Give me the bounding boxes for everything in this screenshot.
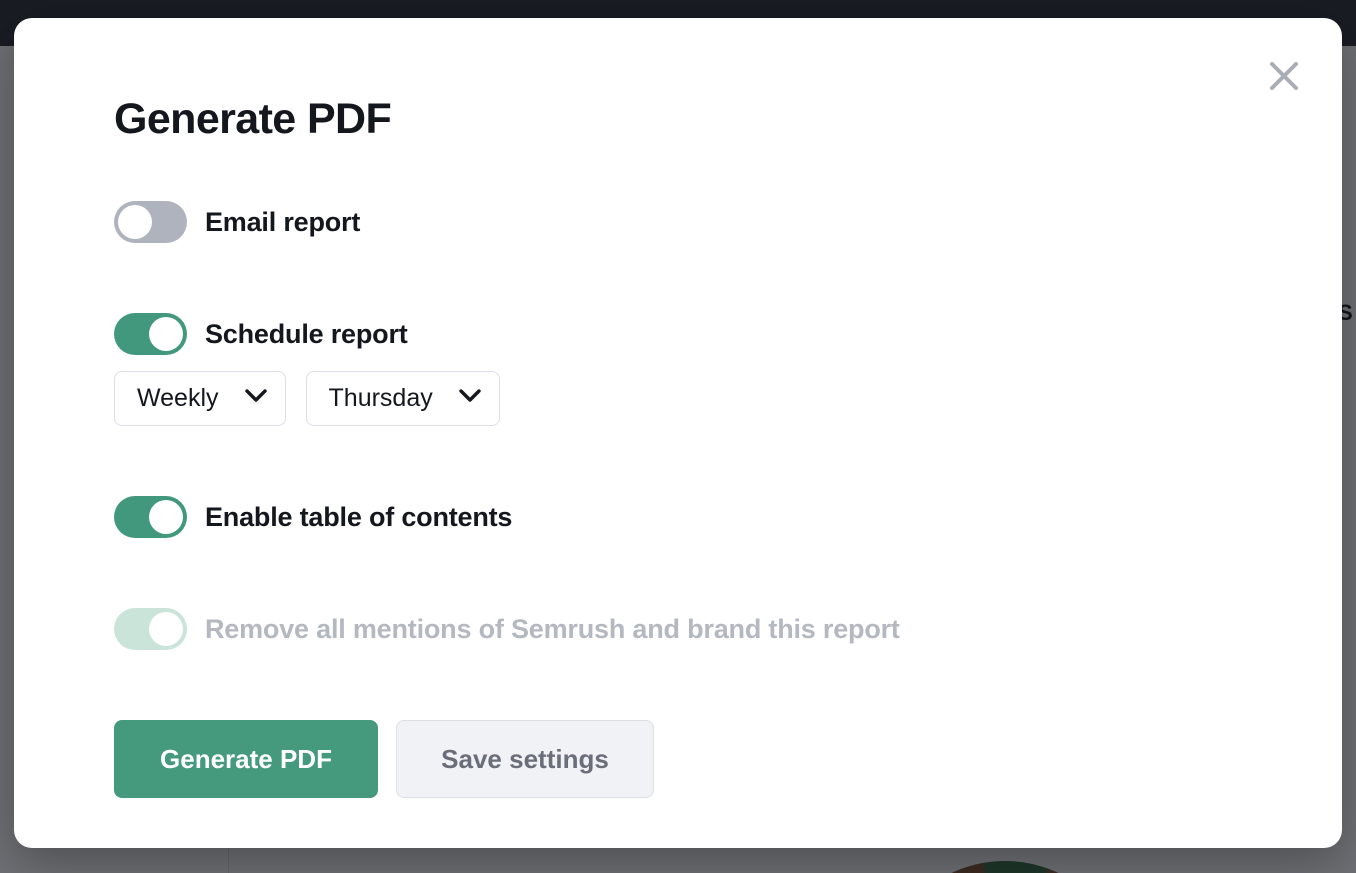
modal-body: Generate PDF Email report Schedule repor… bbox=[14, 18, 1342, 798]
page-title: Generate PDF bbox=[114, 98, 1342, 141]
option-label-table-of-contents: Enable table of contents bbox=[205, 502, 512, 533]
app-root: S Generate PDF Email report bbox=[0, 0, 1356, 873]
toggle-schedule-report[interactable] bbox=[114, 313, 187, 355]
generate-pdf-modal: Generate PDF Email report Schedule repor… bbox=[14, 18, 1342, 848]
toggle-knob bbox=[149, 317, 183, 351]
toggle-email-report[interactable] bbox=[114, 201, 187, 243]
toggle-white-label bbox=[114, 608, 187, 650]
toggle-knob bbox=[149, 612, 183, 646]
modal-actions: Generate PDF Save settings bbox=[114, 720, 1342, 798]
day-select-value: Thursday bbox=[329, 384, 433, 413]
toggle-table-of-contents[interactable] bbox=[114, 496, 187, 538]
option-row-table-of-contents: Enable table of contents bbox=[114, 496, 1342, 538]
frequency-select[interactable]: Weekly bbox=[114, 371, 286, 426]
toggle-knob bbox=[118, 205, 152, 239]
day-select[interactable]: Thursday bbox=[306, 371, 500, 426]
schedule-selects: Weekly Thursday bbox=[114, 371, 1342, 426]
option-label-white-label: Remove all mentions of Semrush and brand… bbox=[205, 614, 900, 645]
option-row-schedule-report: Schedule report bbox=[114, 313, 1342, 355]
option-row-white-label: Remove all mentions of Semrush and brand… bbox=[114, 608, 1342, 650]
option-label-email-report: Email report bbox=[205, 207, 360, 238]
close-icon bbox=[1264, 56, 1304, 96]
frequency-select-value: Weekly bbox=[137, 384, 219, 413]
save-settings-button[interactable]: Save settings bbox=[396, 720, 654, 798]
chevron-down-icon bbox=[459, 389, 481, 408]
option-row-email-report: Email report bbox=[114, 201, 1342, 243]
close-button[interactable] bbox=[1262, 54, 1306, 98]
generate-pdf-button[interactable]: Generate PDF bbox=[114, 720, 378, 798]
option-label-schedule-report: Schedule report bbox=[205, 319, 408, 350]
toggle-knob bbox=[149, 500, 183, 534]
chevron-down-icon bbox=[245, 389, 267, 408]
